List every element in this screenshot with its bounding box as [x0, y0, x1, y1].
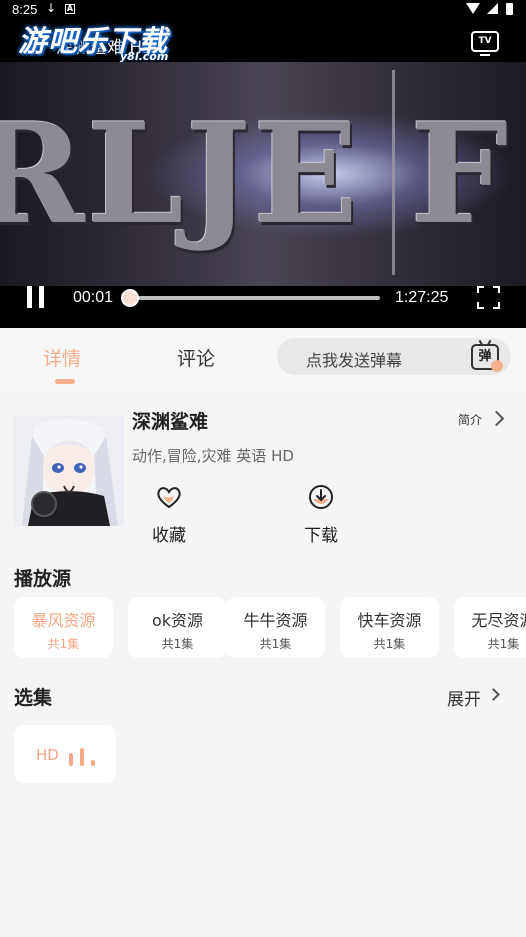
tv-cast-icon[interactable]: TV	[471, 31, 499, 56]
tab-details[interactable]: 详情	[43, 344, 81, 371]
fullscreen-icon[interactable]	[477, 286, 500, 309]
tab-comments[interactable]: 评论	[177, 344, 215, 371]
expand-link[interactable]: 展开	[447, 685, 481, 710]
total-time: 1:27:25	[395, 289, 449, 306]
current-time: 00:01	[73, 289, 114, 306]
episode-label: HD	[36, 746, 59, 764]
status-icons	[466, 3, 516, 17]
source-count: 共1集	[47, 637, 80, 651]
source-item[interactable]: ok资源 共1集	[128, 597, 227, 658]
seek-bar[interactable]	[128, 296, 380, 300]
status-bar: 8:25 ↓ A	[0, 0, 526, 20]
movie-title: 深渊鲨难	[132, 411, 209, 433]
chevron-right-icon[interactable]	[488, 410, 505, 427]
source-name: ok资源	[151, 611, 204, 630]
episodes-title: 选集	[14, 687, 53, 709]
danmaku-toggle-icon[interactable]: 弹	[471, 344, 503, 372]
download-status-icon: ↓	[46, 1, 57, 15]
danmaku-placeholder: 点我发送弹幕	[306, 351, 403, 370]
source-name: 牛牛资源	[243, 611, 308, 630]
tab-active-indicator	[55, 379, 75, 384]
video-frame-text: RLJE F	[0, 92, 511, 255]
heart-icon	[157, 487, 181, 509]
source-name: 快车资源	[357, 611, 422, 630]
source-count: 共1集	[487, 637, 520, 651]
seek-thumb[interactable]	[121, 289, 139, 307]
download-button[interactable]: 下载	[291, 483, 351, 546]
sources-list: 暴风资源 共1集 ok资源 共1集 牛牛资源 共1集 快车资源 共1集 无尽资源…	[14, 597, 526, 659]
video-frame: RLJE F	[0, 62, 526, 286]
danmaku-input[interactable]: 点我发送弹幕 弹	[277, 338, 511, 375]
sources-title: 播放源	[14, 568, 72, 590]
signal-icon	[487, 3, 499, 14]
pause-icon[interactable]	[26, 286, 46, 308]
source-item[interactable]: 暴风资源 共1集	[14, 597, 113, 658]
download-icon	[309, 485, 333, 509]
tab-bar: 详情 评论 点我发送弹幕 弹	[0, 328, 526, 390]
source-item[interactable]: 无尽资源 共1集	[454, 597, 526, 658]
source-count: 共1集	[259, 637, 292, 651]
movie-poster	[14, 416, 124, 526]
chevron-right-icon[interactable]	[487, 688, 500, 701]
movie-meta: 动作,冒险,灾难 英语 HD	[132, 447, 294, 465]
wifi-icon	[466, 3, 480, 14]
player-controls: 00:01 1:27:25	[0, 283, 526, 313]
source-name: 暴风资源	[31, 611, 96, 630]
watermark-url: y8l.com	[120, 50, 169, 63]
source-item[interactable]: 牛牛资源 共1集	[226, 597, 325, 658]
frame-divider	[392, 70, 395, 275]
battery-icon	[506, 3, 514, 15]
source-count: 共1集	[161, 637, 194, 651]
playing-indicator-icon	[91, 760, 95, 766]
episode-item[interactable]: HD	[14, 725, 116, 783]
source-item[interactable]: 快车资源 共1集	[340, 597, 439, 658]
download-label: 下载	[304, 526, 338, 546]
playing-indicator-icon	[80, 748, 84, 766]
playing-indicator-icon	[69, 753, 73, 766]
intro-link[interactable]: 简介	[458, 411, 482, 428]
source-count: 共1集	[373, 637, 406, 651]
video-player[interactable]: RLJE F 8:25 ↓ A 深渊鲨难 HD 游吧乐下载 y8l.com TV…	[0, 0, 526, 328]
status-time: 8:25	[12, 2, 38, 17]
source-name: 无尽资源	[471, 611, 526, 630]
favorite-label: 收藏	[152, 526, 186, 546]
favorite-button[interactable]: 收藏	[139, 483, 199, 546]
notification-icon: A	[65, 4, 75, 14]
